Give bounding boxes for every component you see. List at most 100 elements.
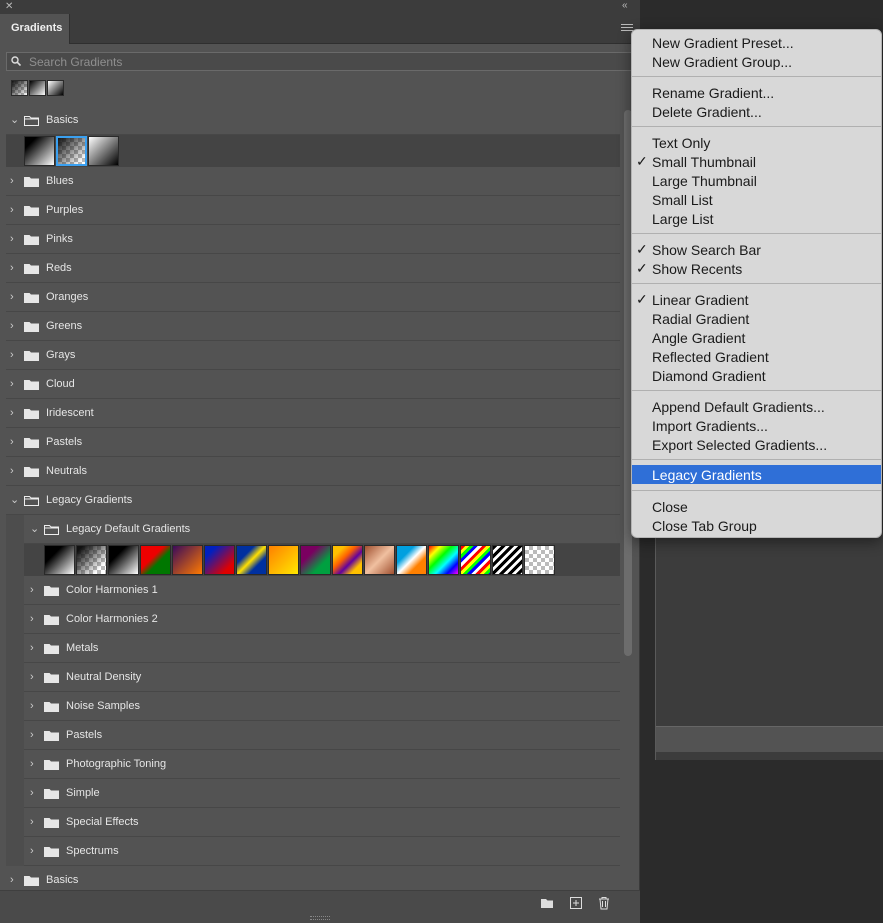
chevron-right-icon[interactable]: › (30, 613, 40, 625)
group-legacy-default-gradients[interactable]: ⌄ Legacy Default Gradients (24, 515, 620, 544)
gradient-swatch[interactable] (300, 545, 331, 575)
menu-item-text-only[interactable]: Text Only (632, 133, 881, 152)
menu-item-angle-gradient[interactable]: Angle Gradient (632, 328, 881, 347)
new-gradient-icon[interactable] (569, 896, 583, 910)
menu-item-new-gradient-preset[interactable]: New Gradient Preset... (632, 33, 881, 52)
chevron-right-icon[interactable]: › (30, 729, 40, 741)
menu-item-linear-gradient[interactable]: ✓ Linear Gradient (632, 290, 881, 309)
menu-item-close-tab-group[interactable]: Close Tab Group (632, 516, 881, 535)
menu-item-legacy-gradients[interactable]: Legacy Gradients (632, 465, 881, 484)
menu-item-reflected-gradient[interactable]: Reflected Gradient (632, 347, 881, 366)
gradient-swatch[interactable] (428, 545, 459, 575)
chevron-right-icon[interactable]: › (10, 204, 20, 216)
menu-item-rename-gradient[interactable]: Rename Gradient... (632, 83, 881, 102)
group-spectrums[interactable]: › Spectrums (24, 837, 620, 866)
group-metals[interactable]: › Metals (24, 634, 620, 663)
chevron-right-icon[interactable]: › (10, 320, 20, 332)
group-special-effects[interactable]: › Special Effects (24, 808, 620, 837)
recent-swatch[interactable] (47, 80, 64, 96)
chevron-right-icon[interactable]: › (30, 816, 40, 828)
menu-item-small-thumbnail[interactable]: ✓ Small Thumbnail (632, 152, 881, 171)
tab-gradients[interactable]: Gradients (0, 14, 70, 44)
gradient-swatch[interactable] (44, 545, 75, 575)
menu-item-new-gradient-group[interactable]: New Gradient Group... (632, 52, 881, 71)
chevron-right-icon[interactable]: › (10, 349, 20, 361)
chevron-right-icon[interactable]: › (30, 787, 40, 799)
chevron-down-icon[interactable]: ⌄ (30, 523, 40, 535)
chevron-right-icon[interactable]: › (10, 874, 20, 886)
chevron-right-icon[interactable]: › (10, 262, 20, 274)
chevron-right-icon[interactable]: › (10, 233, 20, 245)
group-photographic-toning[interactable]: › Photographic Toning (24, 750, 620, 779)
gradient-swatch-selected[interactable] (56, 136, 87, 166)
chevron-right-icon[interactable]: › (10, 436, 20, 448)
menu-item-large-thumbnail[interactable]: Large Thumbnail (632, 171, 881, 190)
gradient-swatch[interactable] (492, 545, 523, 575)
group-cloud[interactable]: › Cloud (6, 370, 620, 399)
menu-item-large-list[interactable]: Large List (632, 209, 881, 228)
group-pinks[interactable]: › Pinks (6, 225, 620, 254)
group-purples[interactable]: › Purples (6, 196, 620, 225)
menu-item-show-recents[interactable]: ✓ Show Recents (632, 259, 881, 278)
group-pastels[interactable]: › Pastels (6, 428, 620, 457)
group-oranges[interactable]: › Oranges (6, 283, 620, 312)
gradient-swatch[interactable] (236, 545, 267, 575)
group-color-harmonies-1[interactable]: › Color Harmonies 1 (24, 576, 620, 605)
chevron-right-icon[interactable]: › (30, 671, 40, 683)
menu-item-close[interactable]: Close (632, 497, 881, 516)
group-simple[interactable]: › Simple (24, 779, 620, 808)
gradient-swatch[interactable] (88, 136, 119, 166)
group-blues[interactable]: › Blues (6, 167, 620, 196)
gradient-swatch[interactable] (140, 545, 171, 575)
chevron-right-icon[interactable]: › (10, 378, 20, 390)
gradient-swatch[interactable] (24, 136, 55, 166)
chevron-right-icon[interactable]: › (10, 407, 20, 419)
gradient-swatch[interactable] (364, 545, 395, 575)
gradient-swatch[interactable] (204, 545, 235, 575)
chevron-right-icon[interactable]: › (10, 465, 20, 477)
collapse-panel-icon[interactable]: « (622, 0, 628, 11)
group-reds[interactable]: › Reds (6, 254, 620, 283)
gradient-swatch[interactable] (268, 545, 299, 575)
group-neutral-density[interactable]: › Neutral Density (24, 663, 620, 692)
group-neutrals[interactable]: › Neutrals (6, 457, 620, 486)
gradient-swatch[interactable] (460, 545, 491, 575)
group-basics[interactable]: ⌄ Basics (6, 106, 620, 135)
gradient-swatch[interactable] (108, 545, 139, 575)
group-legacy-pastels[interactable]: › Pastels (24, 721, 620, 750)
new-group-folder-icon[interactable] (540, 896, 554, 910)
chevron-right-icon[interactable]: › (30, 758, 40, 770)
resize-grip[interactable] (310, 916, 330, 920)
gradient-swatch[interactable] (332, 545, 363, 575)
gradient-swatch[interactable] (172, 545, 203, 575)
chevron-right-icon[interactable]: › (10, 175, 20, 187)
gradient-swatch[interactable] (76, 545, 107, 575)
group-greens[interactable]: › Greens (6, 312, 620, 341)
menu-item-show-search-bar[interactable]: ✓ Show Search Bar (632, 240, 881, 259)
recent-swatch[interactable] (11, 80, 28, 96)
chevron-down-icon[interactable]: ⌄ (10, 114, 20, 126)
group-basics-2[interactable]: › Basics (6, 866, 620, 890)
menu-item-import-gradients[interactable]: Import Gradients... (632, 416, 881, 435)
chevron-right-icon[interactable]: › (30, 700, 40, 712)
group-grays[interactable]: › Grays (6, 341, 620, 370)
search-input[interactable] (29, 53, 629, 70)
group-legacy-gradients[interactable]: ⌄ Legacy Gradients (6, 486, 620, 515)
menu-item-append-default-gradients[interactable]: Append Default Gradients... (632, 397, 881, 416)
gradient-swatch[interactable] (396, 545, 427, 575)
menu-item-diamond-gradient[interactable]: Diamond Gradient (632, 366, 881, 385)
group-iridescent[interactable]: › Iridescent (6, 399, 620, 428)
chevron-down-icon[interactable]: ⌄ (10, 494, 20, 506)
chevron-right-icon[interactable]: › (10, 291, 20, 303)
close-panel-icon[interactable]: ✕ (5, 1, 13, 12)
menu-item-small-list[interactable]: Small List (632, 190, 881, 209)
chevron-right-icon[interactable]: › (30, 845, 40, 857)
menu-item-radial-gradient[interactable]: Radial Gradient (632, 309, 881, 328)
group-color-harmonies-2[interactable]: › Color Harmonies 2 (24, 605, 620, 634)
gradient-swatch[interactable] (524, 545, 555, 575)
recent-swatch[interactable] (29, 80, 46, 96)
chevron-right-icon[interactable]: › (30, 584, 40, 596)
trash-icon[interactable] (597, 896, 611, 910)
menu-item-delete-gradient[interactable]: Delete Gradient... (632, 102, 881, 121)
group-noise-samples[interactable]: › Noise Samples (24, 692, 620, 721)
